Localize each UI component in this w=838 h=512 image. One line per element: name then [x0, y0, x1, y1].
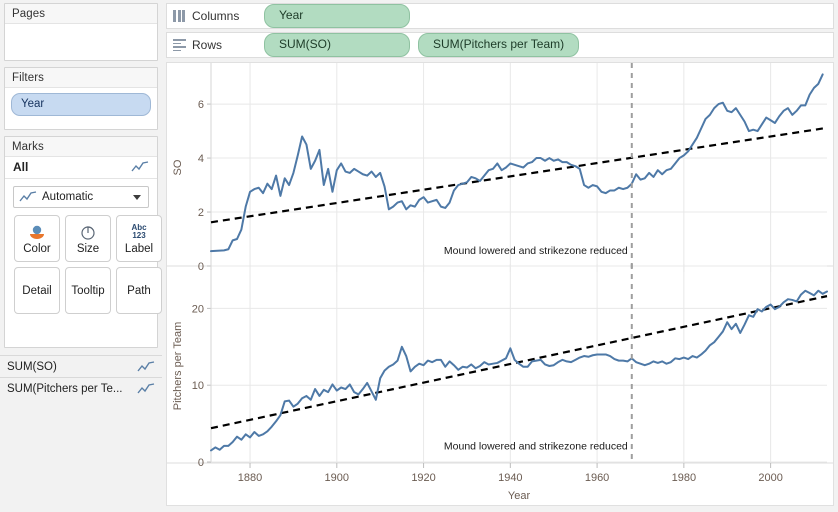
chevron-down-icon [133, 194, 141, 200]
filters-card-title: Filters [5, 68, 157, 88]
abc123-label-icon: Abc 123 [131, 222, 147, 240]
filters-card-body[interactable]: Year [5, 88, 157, 121]
chart-panel[interactable]: 0 2 4 6 SO Mound lowered and strikezone reduc… [166, 62, 834, 506]
svg-text:Pitchers per Team: Pitchers per Team [172, 322, 184, 410]
pages-card-body[interactable] [5, 24, 157, 38]
measure-card-sum-so-label: SUM(SO) [7, 360, 57, 373]
filter-pill-year[interactable]: Year [11, 93, 151, 116]
rows-shelf[interactable]: Rows SUM(SO) SUM(Pitchers per Team) [166, 32, 834, 58]
rows-shelf-pills: SUM(SO) SUM(Pitchers per Team) [264, 33, 580, 57]
svg-text:1900: 1900 [325, 472, 349, 484]
columns-shelf[interactable]: Columns Year [166, 3, 834, 29]
color-button-label: Color [23, 243, 51, 255]
svg-text:4: 4 [198, 153, 204, 165]
pill-sum-so[interactable]: SUM(SO) [264, 33, 410, 57]
marks-card-title: Marks [5, 137, 157, 157]
svg-text:SO: SO [172, 159, 184, 175]
measure-cards-list: SUM(SO) SUM(Pitchers per Te... [0, 355, 162, 399]
mark-type-dropdown[interactable]: Automatic [13, 186, 149, 208]
svg-text:1940: 1940 [498, 472, 522, 484]
tooltip-button-label: Tooltip [71, 284, 105, 297]
measure-card-sum-so[interactable]: SUM(SO) [0, 355, 162, 377]
filters-card: Filters Year [4, 67, 158, 130]
line-mark-icon [19, 191, 37, 203]
svg-text:1960: 1960 [585, 472, 609, 484]
columns-shelf-pills: Year [264, 4, 410, 28]
size-button-label: Size [76, 243, 100, 255]
color-palette-icon [27, 222, 47, 242]
svg-text:1880: 1880 [238, 472, 262, 484]
svg-text:1920: 1920 [411, 472, 435, 484]
path-button[interactable]: Path [116, 267, 162, 314]
svg-text:2000: 2000 [758, 472, 782, 484]
columns-icon [173, 10, 186, 22]
line-chart-icon [137, 360, 155, 373]
line-chart-icon [131, 161, 149, 173]
pill-sum-pitchers-per-team[interactable]: SUM(Pitchers per Team) [418, 33, 580, 57]
marks-all-row[interactable]: All [5, 157, 157, 179]
measure-card-sum-pitchers[interactable]: SUM(Pitchers per Te... [0, 377, 162, 399]
measure-card-sum-pitchers-label: SUM(Pitchers per Te... [7, 382, 123, 395]
rows-shelf-label: Rows [192, 38, 223, 52]
columns-shelf-label: Columns [192, 9, 240, 23]
marks-all-label: All [13, 160, 29, 174]
left-sidebar: Pages Filters Year Marks All Automatic C… [0, 0, 162, 512]
tooltip-button[interactable]: Tooltip [65, 267, 111, 314]
svg-text:Year: Year [508, 490, 531, 502]
svg-text:6: 6 [198, 99, 204, 111]
size-icon [79, 222, 97, 242]
viz-area: Columns Year Rows SUM(SO) SUM(Pitchers p… [162, 0, 838, 512]
svg-text:10: 10 [192, 380, 204, 392]
pages-card: Pages [4, 3, 158, 61]
rows-icon [173, 39, 186, 51]
svg-text:0: 0 [198, 457, 204, 469]
mark-type-value: Automatic [42, 191, 94, 203]
svg-text:2: 2 [198, 207, 204, 219]
label-button-label: Label [124, 243, 154, 255]
dual-line-chart[interactable]: 0 2 4 6 SO Mound lowered and strikezone reduc… [167, 63, 833, 505]
pill-year[interactable]: Year [264, 4, 410, 28]
color-button[interactable]: Color [14, 215, 60, 262]
svg-text:1980: 1980 [672, 472, 696, 484]
marks-buttons-grid: Color Size Abc 123 Label Detail Tooltip … [14, 215, 162, 314]
line-chart-icon [137, 382, 155, 395]
svg-text:Mound lowered and strikezone r: Mound lowered and strikezone reduced [444, 441, 628, 453]
svg-text:0: 0 [198, 261, 204, 273]
tableau-worksheet: Pages Filters Year Marks All Automatic C… [0, 0, 838, 512]
svg-text:Mound lowered and strikezone r: Mound lowered and strikezone reduced [444, 245, 628, 257]
label-button[interactable]: Abc 123 Label [116, 215, 162, 262]
svg-text:20: 20 [192, 303, 204, 315]
detail-button[interactable]: Detail [14, 267, 60, 314]
detail-button-label: Detail [22, 284, 52, 297]
path-button-label: Path [127, 284, 151, 297]
pages-card-title: Pages [5, 4, 157, 24]
marks-card: Marks All Automatic Color Size Abc 123 L… [4, 136, 162, 348]
size-button[interactable]: Size [65, 215, 111, 262]
